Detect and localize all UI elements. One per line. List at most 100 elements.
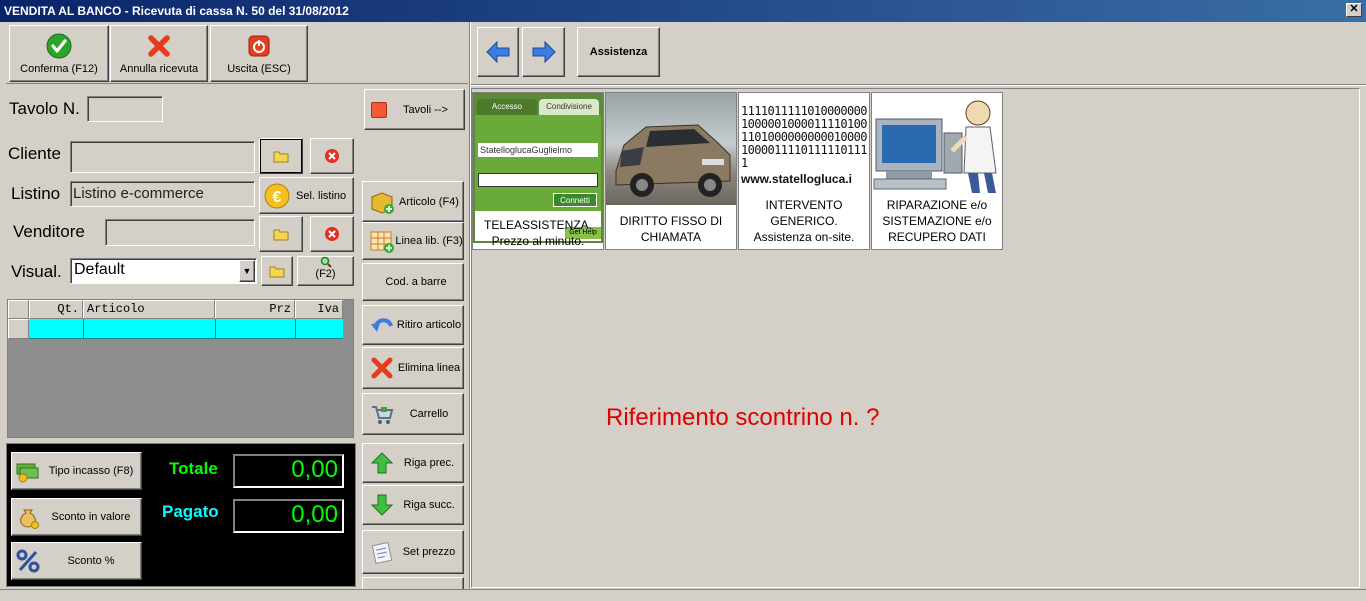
percent-icon [16,549,40,573]
delete-line-label: Elimina linea [397,362,461,374]
row-selector[interactable] [8,319,29,339]
pricelist-field: Listino e-commerce [70,181,255,207]
article-label: Articolo (F4) [399,195,459,208]
power-icon [248,35,270,56]
barcode-button[interactable]: Cod. a barre [362,263,464,301]
previous-row-label: Riga prec. [403,457,455,469]
cancel-receipt-label: Annulla ricevuta [119,62,199,75]
tables-button[interactable]: Tavoli --> [364,89,465,130]
x-mark-icon [148,34,170,57]
arrow-up-icon [370,452,394,474]
seller-browse-button[interactable] [259,216,303,252]
technician-computer-icon [873,100,997,193]
discount-value-button[interactable]: Sconto in valore [11,498,142,536]
set-price-button[interactable]: Set prezzo [362,530,464,574]
tile-repair[interactable]: RIPARAZIONE e/o SISTEMAZIONE e/o RECUPER… [871,92,1003,250]
column-header-article[interactable]: Articolo [83,300,215,319]
article-button[interactable]: Articolo (F4) [362,181,464,222]
thumb-connect-button: Connetti [553,193,597,207]
clear-icon [325,227,339,241]
customer-label: Cliente [8,144,61,163]
seller-label: Venditore [13,222,85,241]
arrow-left-icon [486,40,510,64]
discount-percent-label: Sconto % [67,555,115,567]
paid-value: 0,00 [233,499,344,533]
car-icon [615,124,731,197]
payment-type-label: Tipo incasso (F8) [48,465,134,477]
main-toolbar: Conferma (F12) Annulla ricevuta Uscita (… [6,22,468,84]
chevron-down-icon[interactable]: ▼ [239,260,255,282]
forward-button[interactable] [522,27,565,77]
thumb-tab-access: Accesso [477,99,537,115]
cart-button[interactable]: Carrello [362,393,464,435]
table-number-field[interactable] [87,96,163,122]
undo-arrow-icon [371,318,393,332]
view-select-value: Default [74,261,125,278]
folder-icon [269,266,285,278]
select-pricelist-button[interactable]: € Sel. listino [259,177,354,214]
folder-icon [273,229,289,241]
previous-row-button[interactable]: Riga prec. [362,443,464,483]
cart-icon [372,406,394,424]
seller-field[interactable] [105,219,255,246]
search-f2-button[interactable]: (F2) [297,256,354,286]
status-bar [0,589,1366,601]
title-bar: VENDITA AL BANCO - Ricevuta di cassa N. … [0,0,1366,22]
clear-icon [325,149,339,163]
tile-teleassistance[interactable]: Accesso Condivisione StatelloglucaGuglie… [472,92,604,250]
cell-divider [215,319,216,338]
return-article-label: Ritiro articolo [396,319,462,331]
back-button[interactable] [477,27,519,77]
customer-clear-button[interactable] [310,138,354,174]
tile-fixed-call-fee[interactable]: DIRITTO FISSO DI CHIAMATA [605,92,737,250]
cancel-receipt-button[interactable]: Annulla ricevuta [110,25,208,82]
toolbar-divider [471,84,1366,86]
car-thumbnail [606,93,736,205]
tile-generic-intervention[interactable]: 1111011111010000000100000100001111010011… [738,92,870,250]
next-row-label: Riga succ. [403,499,455,511]
lines-grid[interactable]: Qt. Articolo Prz Iva [7,299,354,438]
set-price-label: Set prezzo [402,546,456,558]
column-header-price[interactable]: Prz [215,300,295,319]
euro-coin-icon: € [264,183,290,208]
customer-browse-button[interactable] [259,138,303,174]
payment-panel: Tipo incasso (F8) Sconto in valore Scont… [6,443,356,587]
customer-field[interactable] [70,141,255,173]
column-header-vat[interactable]: Iva [295,300,343,319]
tile-caption: INTERVENTO GENERICO. Assistenza on-site. [753,198,855,244]
paid-label: Pagato [162,502,219,521]
thumb-tab-sharing: Condivisione [539,99,599,115]
box-add-icon [371,191,394,214]
pricelist-label: Listino [11,184,61,203]
arrow-down-icon [370,494,394,516]
folder-icon [273,151,289,163]
close-icon[interactable]: ✕ [1346,3,1362,17]
column-header-qty[interactable]: Qt. [29,300,83,319]
view-browse-button[interactable] [261,256,293,286]
next-row-button[interactable]: Riga succ. [362,485,464,525]
view-select[interactable]: Default ▼ [70,258,257,284]
return-article-button[interactable]: Ritiro articolo [362,305,464,345]
confirm-button[interactable]: Conferma (F12) [9,25,109,82]
free-line-label: Linea lib. (F3) [395,235,463,247]
grid-corner [8,300,29,319]
cart-label: Carrello [409,408,449,420]
money-bag-icon [20,509,39,529]
x-mark-icon [371,357,393,379]
select-pricelist-label: Sel. listino [296,189,347,202]
search-f2-label: (F2) [315,268,336,280]
receipt-reference-message: Riferimento scontrino n. ? [606,404,880,431]
site-text: www.statellogluca.i [741,172,852,186]
payment-type-button[interactable]: Tipo incasso (F8) [11,452,142,490]
cash-icon [16,463,39,483]
table-row[interactable] [29,319,343,339]
binary-thumbnail: 1111011111010000000100000100001111010011… [741,105,867,170]
tile-caption: TELEASSISTENZA. Prezzo al minuto. [483,218,593,248]
total-value: 0,00 [233,454,344,488]
discount-percent-button[interactable]: Sconto % [11,542,142,580]
exit-button[interactable]: Uscita (ESC) [210,25,308,82]
free-line-button[interactable]: Linea lib. (F3) [362,222,464,260]
assistance-button[interactable]: Assistenza [577,27,660,77]
delete-line-button[interactable]: Elimina linea [362,347,464,389]
seller-clear-button[interactable] [310,216,354,252]
